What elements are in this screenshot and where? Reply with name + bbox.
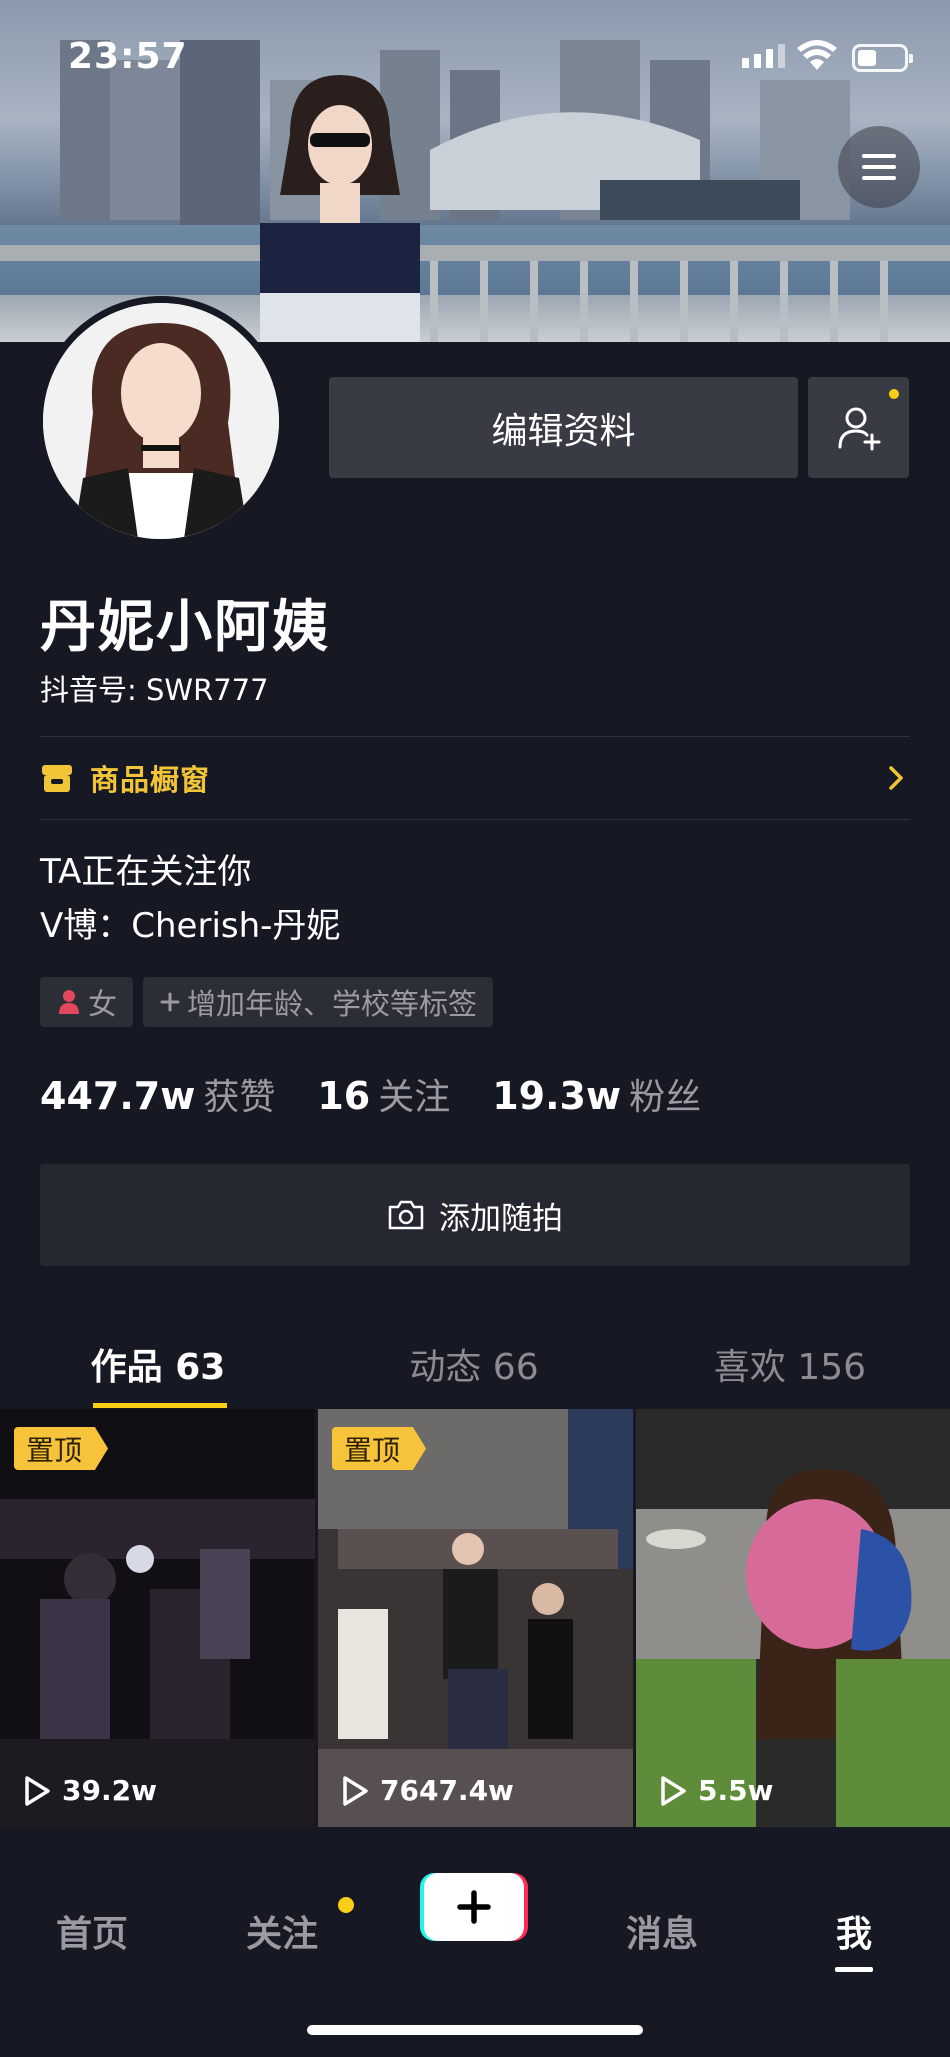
following-count[interactable]: 16 [317, 1074, 370, 1118]
tab-moments[interactable]: 动态 66 [316, 1310, 632, 1408]
video-grid: 置顶 39.2w 置顶 7647.4w 5.5w [0, 1409, 950, 1849]
notification-dot [889, 389, 899, 399]
video-thumbnail-image [318, 1409, 633, 1827]
add-tags-label: 增加年龄、学校等标签 [187, 987, 478, 1021]
video-thumbnail-image [0, 1409, 315, 1827]
followers-label[interactable]: 粉丝 [629, 1068, 701, 1120]
add-photo-button[interactable]: 添加随拍 [40, 1164, 910, 1266]
play-count: 7647.4w [340, 1774, 514, 1807]
pinned-badge: 置顶 [332, 1427, 427, 1470]
profile-name: 丹妮小阿姨 [40, 595, 330, 660]
add-tags-button[interactable]: 增加年龄、学校等标签 [143, 977, 494, 1027]
nav-active-indicator [835, 1967, 873, 1972]
tab-likes[interactable]: 喜欢 156 [632, 1310, 948, 1408]
play-count-value: 5.5w [698, 1774, 774, 1807]
plus-icon [160, 992, 180, 1012]
status-time: 23:57 [68, 36, 188, 77]
add-friend-button[interactable] [808, 377, 909, 478]
play-count: 5.5w [658, 1774, 773, 1807]
bio-following-you: TA正在关注你 [40, 852, 252, 892]
profile-bio: TA正在关注你 V博：Cherish-丹妮 [40, 845, 340, 953]
likes-count: 447.7w [40, 1074, 196, 1118]
video-thumbnail[interactable]: 置顶 7647.4w [318, 1409, 633, 1827]
nav-following-dot [338, 1897, 354, 1913]
avatar-image [43, 303, 279, 539]
play-count: 39.2w [22, 1774, 157, 1807]
nav-home[interactable]: 首页 [56, 1905, 128, 1957]
cellular-signal-icon [742, 44, 785, 68]
likes-label: 获赞 [203, 1077, 276, 1118]
battery-icon [852, 44, 913, 72]
content-tabs: 作品 63 动态 66 喜欢 156 [0, 1310, 950, 1408]
nav-following[interactable]: 关注 [246, 1905, 318, 1957]
avatar[interactable] [36, 296, 286, 546]
shop-window-label: 商品橱窗 [90, 763, 211, 797]
gender-tag: 女 [40, 977, 134, 1027]
douyin-id: 抖音号: SWR777 [40, 673, 269, 707]
play-icon [343, 1775, 368, 1806]
status-bar: 23:57 [0, 0, 950, 120]
following-label[interactable]: 关注 [378, 1068, 450, 1120]
followers-count[interactable]: 19.3w [492, 1074, 621, 1118]
video-thumbnail[interactable]: 5.5w [636, 1409, 950, 1827]
menu-icon[interactable] [838, 126, 920, 208]
video-thumbnail[interactable]: 置顶 39.2w [0, 1409, 315, 1827]
play-icon [661, 1775, 686, 1806]
bio-weibo: V博：Cherish-丹妮 [40, 906, 341, 946]
add-friend-icon [838, 407, 880, 450]
create-plus-icon[interactable] [420, 1873, 528, 1941]
video-thumbnail-image [636, 1409, 950, 1827]
bottom-navigation: 首页 关注 消息 我 [0, 1845, 950, 2057]
divider [40, 819, 910, 820]
profile-stats: 447.7w 获赞 16 关注 19.3w 粉丝 [40, 1068, 743, 1120]
gender-female-icon [59, 990, 79, 1014]
play-count-value: 39.2w [62, 1774, 157, 1807]
play-icon [25, 1775, 50, 1806]
gender-tag-label: 女 [88, 987, 118, 1021]
edit-profile-button[interactable]: 编辑资料 [329, 377, 798, 478]
add-photo-label: 添加随拍 [439, 1200, 563, 1237]
nav-messages[interactable]: 消息 [626, 1905, 698, 1957]
home-indicator[interactable] [307, 2025, 643, 2035]
nav-me[interactable]: 我 [836, 1905, 872, 1957]
chevron-right-icon [889, 766, 903, 790]
shop-icon [42, 765, 72, 792]
camera-icon [388, 1200, 424, 1230]
profile-tags: 女 增加年龄、学校等标签 [40, 977, 494, 1027]
play-count-value: 7647.4w [380, 1774, 514, 1807]
wifi-icon [797, 40, 837, 70]
tab-works[interactable]: 作品 63 [0, 1310, 316, 1408]
pinned-badge: 置顶 [14, 1427, 109, 1470]
shop-window-row[interactable]: 商品橱窗 [40, 737, 910, 819]
